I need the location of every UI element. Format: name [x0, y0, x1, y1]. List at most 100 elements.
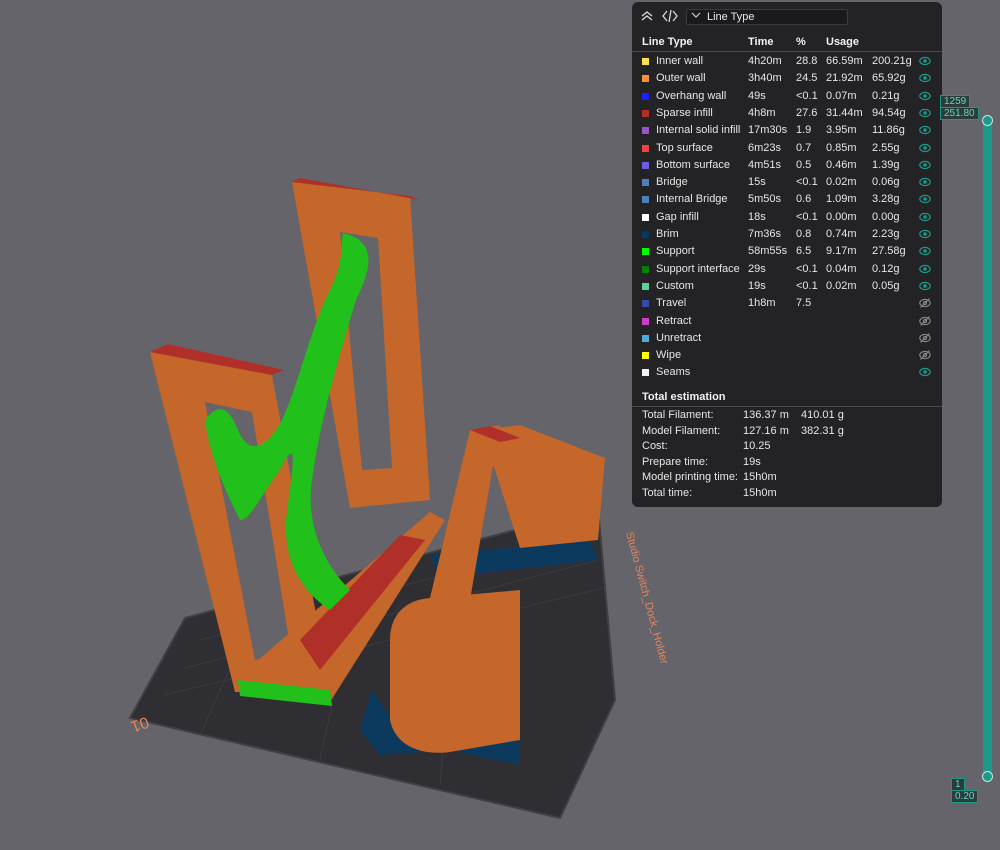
- color-swatch: [642, 127, 649, 135]
- line-type-weight: 11.86g: [872, 124, 905, 137]
- line-type-name: Outer wall: [656, 72, 706, 85]
- eye-icon[interactable]: [919, 176, 931, 188]
- eye-icon[interactable]: [919, 72, 931, 84]
- total-row: Total Filament: 136.37 m 410.01 g: [632, 408, 942, 423]
- line-type-time: 4h8m: [748, 106, 776, 119]
- total-row: Model printing time: 15h0m: [632, 470, 942, 485]
- line-type-name: Unretract: [656, 331, 702, 344]
- total-value-secondary: 382.31 g: [801, 424, 844, 437]
- eye-icon[interactable]: [919, 280, 931, 292]
- line-type-percent: 27.6: [796, 106, 818, 119]
- double-chevron-up-icon[interactable]: [638, 9, 656, 25]
- line-type-length: 0.02m: [826, 279, 857, 292]
- eye-icon[interactable]: [919, 124, 931, 136]
- layer-slider-bottom-handle[interactable]: [982, 771, 993, 782]
- legend-row: Gap infill 18s <0.1 0.00m 0.00g: [632, 209, 942, 226]
- line-type-percent: <0.1: [796, 210, 818, 223]
- top-layer-height: 251.80: [940, 107, 979, 120]
- eye-off-icon[interactable]: [919, 315, 931, 327]
- eye-icon[interactable]: [919, 90, 931, 102]
- line-type-percent: 6.5: [796, 245, 812, 258]
- view-type-select[interactable]: Line Type: [686, 9, 848, 25]
- line-type-length: 1.09m: [826, 193, 857, 206]
- eye-icon[interactable]: [919, 107, 931, 119]
- bottom-layer-height: 0.20: [951, 790, 979, 803]
- eye-icon[interactable]: [919, 193, 931, 205]
- line-type-weight: 0.21g: [872, 89, 900, 102]
- line-type-time: 49s: [748, 89, 766, 102]
- line-type-name: Bottom surface: [656, 158, 730, 171]
- view-type-value: Line Type: [707, 11, 755, 23]
- line-type-time: 58m55s: [748, 245, 788, 258]
- eye-icon[interactable]: [919, 159, 931, 171]
- header-line-type: Line Type: [642, 36, 693, 48]
- line-type-weight: 27.58g: [872, 245, 906, 258]
- color-swatch: [642, 265, 649, 273]
- line-type-length: 66.59m: [826, 55, 863, 67]
- color-swatch: [642, 334, 649, 342]
- line-type-length: 0.07m: [826, 89, 857, 102]
- line-type-percent: <0.1: [796, 279, 818, 292]
- line-type-name: Retract: [656, 314, 692, 327]
- layer-slider-track[interactable]: [983, 118, 992, 778]
- line-type-name: Inner wall: [656, 55, 704, 67]
- legend-row: Outer wall 3h40m 24.5 21.92m 65.92g: [632, 70, 942, 87]
- eye-icon[interactable]: [919, 263, 931, 275]
- line-type-weight: 3.28g: [872, 193, 900, 206]
- line-type-length: 21.92m: [826, 72, 863, 85]
- eye-icon[interactable]: [919, 245, 931, 257]
- color-swatch: [642, 213, 649, 221]
- line-type-percent: <0.1: [796, 262, 818, 275]
- line-type-length: 9.17m: [826, 245, 857, 258]
- line-type-name: Sparse infill: [656, 106, 713, 119]
- line-type-length: 0.46m: [826, 158, 857, 171]
- line-type-name: Travel: [656, 297, 687, 310]
- line-type-name: Internal solid infill: [656, 124, 741, 137]
- line-type-weight: 1.39g: [872, 158, 900, 171]
- line-type-weight: 65.92g: [872, 72, 906, 85]
- line-type-length: 3.95m: [826, 124, 857, 137]
- color-swatch: [642, 300, 649, 308]
- legend-row: Custom 19s <0.1 0.02m 0.05g: [632, 278, 942, 295]
- line-type-percent: 0.6: [796, 193, 812, 206]
- line-type-weight: 0.12g: [872, 262, 900, 275]
- eye-icon[interactable]: [919, 366, 931, 378]
- legend-row: Travel 1h8m 7.5: [632, 295, 942, 312]
- line-type-name: Bridge: [656, 176, 688, 189]
- legend-row: Bridge 15s <0.1 0.02m 0.06g: [632, 174, 942, 191]
- layer-slider-top-handle[interactable]: [982, 115, 993, 126]
- eye-off-icon[interactable]: [919, 349, 931, 361]
- legend-row: Wipe: [632, 347, 942, 364]
- line-type-name: Overhang wall: [656, 89, 727, 102]
- code-brackets-icon[interactable]: [661, 9, 679, 25]
- total-row: Cost: 10.25: [632, 439, 942, 454]
- eye-off-icon[interactable]: [919, 332, 931, 344]
- line-type-time: 4h20m: [748, 55, 782, 67]
- total-estimation-title: Total estimation: [642, 391, 726, 403]
- total-label: Model printing time:: [642, 471, 738, 484]
- legend-row: Internal solid infill 17m30s 1.9 3.95m 11.86…: [632, 122, 942, 139]
- eye-icon[interactable]: [919, 142, 931, 154]
- eye-icon[interactable]: [919, 55, 931, 67]
- legend-row: Support interface 29s <0.1 0.04m 0.12g: [632, 261, 942, 278]
- right-dock: [390, 590, 520, 753]
- eye-icon[interactable]: [919, 228, 931, 240]
- line-type-time: 1h8m: [748, 297, 776, 310]
- color-swatch: [642, 196, 649, 204]
- line-type-weight: 2.23g: [872, 228, 900, 240]
- line-type-percent: 0.7: [796, 141, 812, 154]
- color-swatch: [642, 248, 649, 256]
- color-swatch: [642, 352, 649, 360]
- color-swatch: [642, 231, 649, 238]
- header-percent: %: [796, 36, 806, 48]
- line-type-time: 19s: [748, 279, 766, 292]
- eye-off-icon[interactable]: [919, 297, 931, 309]
- line-type-name: Support: [656, 245, 695, 258]
- line-type-time: 7m36s: [748, 228, 782, 240]
- header-time: Time: [748, 36, 774, 48]
- header-usage: Usage: [826, 36, 860, 48]
- legend-row: Support 58m55s 6.5 9.17m 27.58g: [632, 243, 942, 260]
- line-type-percent: <0.1: [796, 89, 818, 102]
- eye-icon[interactable]: [919, 211, 931, 223]
- line-type-time: 4m51s: [748, 158, 782, 171]
